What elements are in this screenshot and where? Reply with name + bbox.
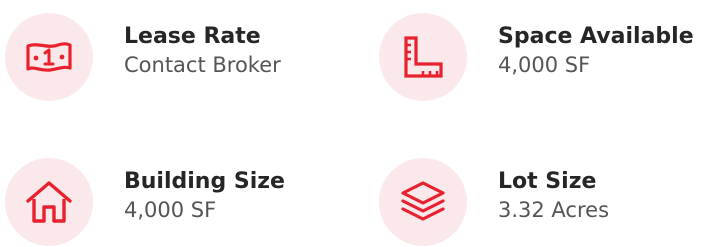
- stat-building-size: Building Size 4,000 SF: [5, 158, 365, 246]
- money-bill-icon: [26, 42, 72, 72]
- lot-size-icon-badge: [379, 158, 467, 246]
- space-available-icon-badge: [379, 13, 467, 101]
- stat-lot-size: Lot Size 3.32 Acres: [379, 158, 718, 246]
- house-icon: [26, 181, 72, 223]
- stat-label: Lot Size: [498, 169, 597, 194]
- stat-label: Lease Rate: [124, 24, 261, 49]
- stat-label: Building Size: [124, 169, 285, 194]
- ruler-square-icon: [404, 36, 443, 78]
- stat-space-available: Space Available 4,000 SF: [379, 13, 718, 101]
- layers-icon: [401, 181, 445, 221]
- lease-rate-icon-badge: [5, 13, 93, 101]
- stat-lease-rate: Lease Rate Contact Broker: [5, 13, 365, 101]
- stat-value: 3.32 Acres: [498, 198, 610, 222]
- stat-value: 4,000 SF: [124, 198, 217, 222]
- building-size-icon-badge: [5, 158, 93, 246]
- stat-label: Space Available: [498, 24, 694, 49]
- stat-value: Contact Broker: [124, 53, 281, 77]
- stat-value: 4,000 SF: [498, 53, 591, 77]
